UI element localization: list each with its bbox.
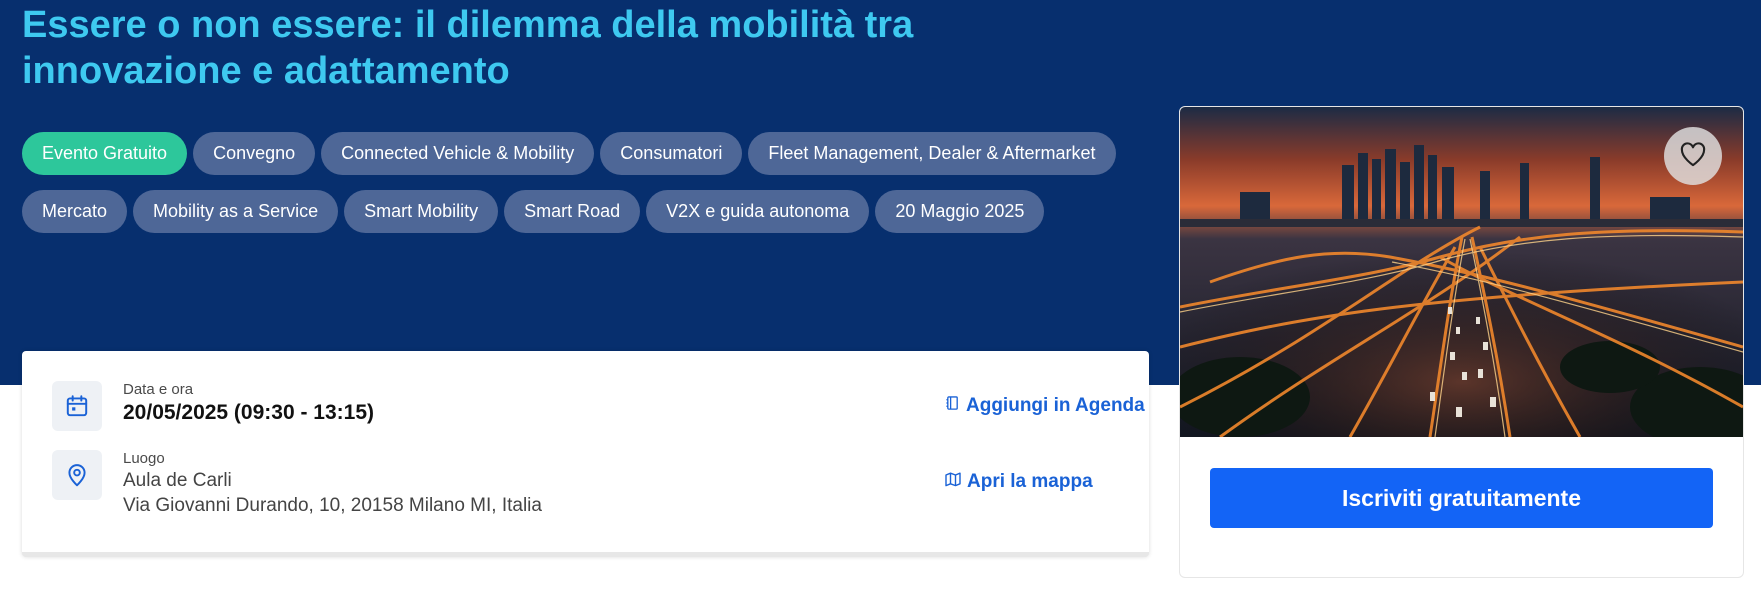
location-info: Luogo Aula de Carli Via Giovanni Durando…: [123, 450, 542, 518]
tag-mercato[interactable]: Mercato: [22, 190, 128, 233]
tag-smart-mobility[interactable]: Smart Mobility: [344, 190, 499, 233]
map-icon: [945, 471, 961, 493]
event-image: [1180, 107, 1743, 437]
page: Essere o non essere: il dilemma della mo…: [0, 0, 1761, 616]
registration-card: Iscriviti gratuitamente: [1179, 106, 1744, 578]
add-to-agenda-link[interactable]: Aggiungi in Agenda: [945, 395, 1145, 417]
register-free-button[interactable]: Iscriviti gratuitamente: [1210, 468, 1713, 528]
location-row: Luogo Aula de Carli Via Giovanni Durando…: [52, 450, 1122, 520]
tag-date[interactable]: 20 Maggio 2025: [875, 190, 1045, 233]
event-title: Essere o non essere: il dilemma della mo…: [22, 4, 914, 92]
tag-mobility-as-a-service[interactable]: Mobility as a Service: [133, 190, 339, 233]
date-row: Data e ora 20/05/2025 (09:30 - 13:15) Ag…: [52, 381, 1145, 451]
tag-free-event[interactable]: Evento Gratuito: [22, 132, 188, 175]
tag-v2x[interactable]: V2X e guida autonoma: [646, 190, 870, 233]
add-to-agenda-label: Aggiungi in Agenda: [966, 395, 1145, 416]
tag-list: Evento Gratuito Convegno Connected Vehic…: [22, 132, 1132, 233]
location-address: Via Giovanni Durando, 10, 20158 Milano M…: [123, 495, 542, 516]
open-map-link[interactable]: Apri la mappa: [945, 471, 1093, 493]
date-label: Data e ora: [123, 381, 194, 398]
calendar-icon: [52, 381, 102, 431]
tag-consumatori[interactable]: Consumatori: [600, 132, 743, 175]
open-map-label: Apri la mappa: [967, 471, 1093, 492]
location-pin-icon: [52, 450, 102, 500]
event-info-card: Data e ora 20/05/2025 (09:30 - 13:15) Ag…: [22, 351, 1149, 557]
agenda-book-icon: [945, 395, 960, 417]
tag-fleet-management[interactable]: Fleet Management, Dealer & Aftermarket: [748, 132, 1116, 175]
location-name: Aula de Carli: [123, 470, 232, 491]
date-info: Data e ora 20/05/2025 (09:30 - 13:15): [123, 381, 374, 427]
heart-icon: [1679, 141, 1707, 172]
tag-connected-vehicle[interactable]: Connected Vehicle & Mobility: [321, 132, 595, 175]
location-label: Luogo: [123, 450, 165, 467]
favorite-button[interactable]: [1664, 127, 1722, 185]
tag-smart-road[interactable]: Smart Road: [504, 190, 641, 233]
date-value: 20/05/2025 (09:30 - 13:15): [123, 401, 375, 424]
tag-convegno[interactable]: Convegno: [193, 132, 316, 175]
